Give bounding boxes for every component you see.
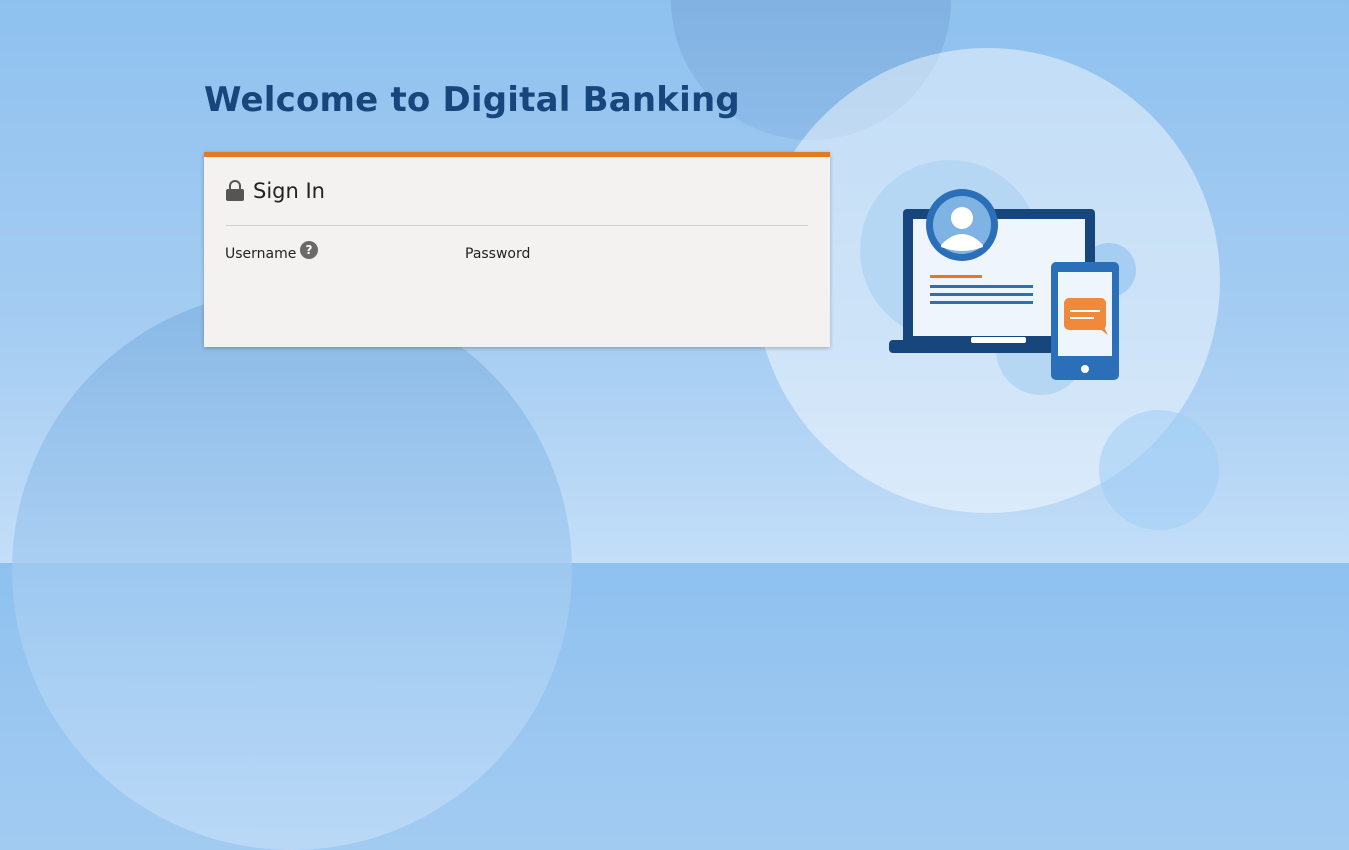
- accent-line: [930, 275, 982, 278]
- phone-home-button: [1081, 365, 1089, 373]
- sign-in-header: Sign In: [226, 179, 325, 203]
- divider: [226, 225, 808, 226]
- sign-in-card: Sign In Username ? Password: [204, 152, 830, 347]
- chat-line: [1070, 310, 1100, 312]
- laptop-and-phone-illustration: [860, 160, 1136, 395]
- sign-in-title: Sign In: [253, 179, 325, 203]
- lock-icon: [226, 180, 244, 202]
- page-title: Welcome to Digital Banking: [204, 80, 740, 120]
- background-circle-small: [1099, 410, 1219, 530]
- help-icon[interactable]: ?: [300, 241, 318, 259]
- text-line: [930, 293, 1033, 296]
- chat-line: [1070, 317, 1094, 319]
- chat-bubble-icon: [1064, 298, 1106, 330]
- laptop-trackpad: [971, 337, 1026, 343]
- password-label: Password: [465, 246, 531, 262]
- text-line: [930, 301, 1033, 304]
- username-label: Username: [225, 246, 297, 262]
- user-icon-head: [951, 207, 973, 229]
- background-circle-left: [12, 290, 572, 850]
- text-line: [930, 285, 1033, 288]
